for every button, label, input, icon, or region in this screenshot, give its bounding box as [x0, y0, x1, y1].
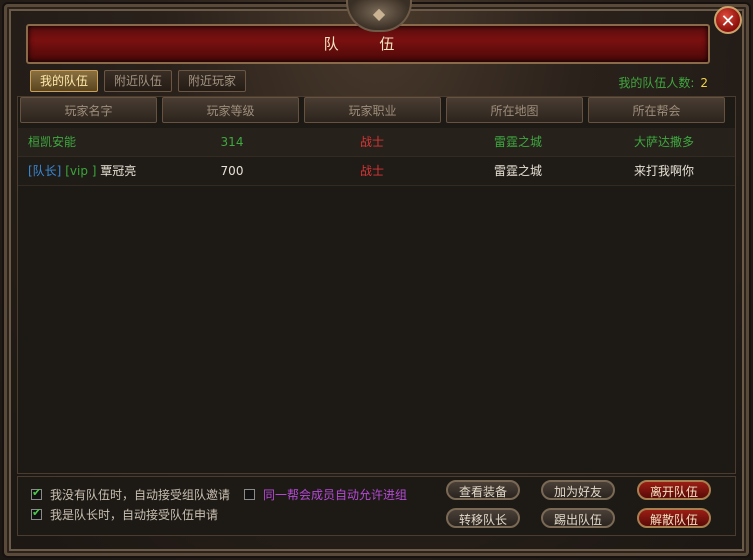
column-header-map[interactable]: 所在地图: [446, 97, 583, 123]
member-name: 覃冠亮: [100, 164, 137, 178]
column-header-guild[interactable]: 所在帮会: [588, 97, 725, 123]
check-icon: ✔: [32, 486, 42, 499]
member-table: 玩家名字 玩家等级 玩家职业 所在地图 所在帮会 桓凯安能 314 战士 雷霆之…: [17, 96, 736, 474]
close-button[interactable]: ✕: [714, 6, 742, 34]
transfer-leader-button[interactable]: 转移队长: [446, 508, 520, 528]
column-header-level[interactable]: 玩家等级: [162, 97, 299, 123]
member-name: 桓凯安能: [28, 135, 77, 149]
add-friend-button[interactable]: 加为好友: [541, 480, 615, 500]
kick-member-button[interactable]: 踢出队伍: [541, 508, 615, 528]
window-title: 队 伍: [323, 35, 413, 53]
tab-bar: 我的队伍 附近队伍 附近玩家: [30, 70, 247, 92]
column-header-job[interactable]: 玩家职业: [304, 97, 441, 123]
member-guild: 大萨达撒多: [633, 135, 694, 149]
guild-auto-join-checkbox[interactable]: [244, 489, 255, 500]
auto-accept-application-checkbox[interactable]: ✔: [31, 506, 42, 520]
auto-accept-invite-checkbox[interactable]: ✔: [31, 486, 42, 500]
member-level: 314: [220, 135, 244, 149]
view-equipment-button[interactable]: 查看装备: [446, 480, 520, 500]
table-row[interactable]: [队长] [vip ] 覃冠亮 700 战士 雷霆之城 来打我啊你: [18, 157, 735, 186]
member-name-cell: [队长] [vip ] 覃冠亮: [28, 157, 136, 185]
options-panel: ✔ 我没有队伍时，自动接受组队邀请 同一帮会成员自动允许进组 ✔ 我是队长时，自…: [17, 476, 736, 536]
team-window: 队 伍 ◆ ✕ 我的队伍 附近队伍 附近玩家 我的队伍人数: 2 玩家名字 玩家等…: [0, 0, 753, 560]
tab-nearby-teams[interactable]: 附近队伍: [104, 70, 173, 92]
disband-team-button[interactable]: 解散队伍: [637, 508, 711, 528]
member-guild: 来打我啊你: [633, 164, 694, 178]
team-count-value: 2: [700, 76, 708, 90]
check-icon: ✔: [32, 506, 42, 519]
member-map: 雷霆之城: [493, 164, 542, 178]
column-header-name[interactable]: 玩家名字: [20, 97, 157, 123]
team-count: 我的队伍人数: 2: [618, 74, 708, 91]
auto-accept-invite-label: 我没有队伍时，自动接受组队邀请: [50, 488, 231, 502]
guild-auto-join-label: 同一帮会成员自动允许进组: [263, 488, 408, 502]
member-map: 雷霆之城: [493, 135, 542, 149]
team-count-label: 我的队伍人数:: [618, 76, 695, 90]
leave-team-button[interactable]: 离开队伍: [637, 480, 711, 500]
member-level: 700: [220, 164, 244, 178]
auto-accept-application-label: 我是队长时，自动接受队伍申请: [50, 508, 219, 522]
tab-nearby-players[interactable]: 附近玩家: [178, 70, 247, 92]
leader-tag: [队长]: [28, 164, 62, 178]
member-job: 战士: [359, 135, 384, 149]
table-header: 玩家名字 玩家等级 玩家职业 所在地图 所在帮会: [20, 97, 725, 123]
table-row[interactable]: 桓凯安能 314 战士 雷霆之城 大萨达撒多: [18, 128, 735, 157]
vip-tag: [vip ]: [65, 164, 97, 178]
member-job: 战士: [359, 164, 384, 178]
tab-my-team[interactable]: 我的队伍: [30, 70, 99, 92]
